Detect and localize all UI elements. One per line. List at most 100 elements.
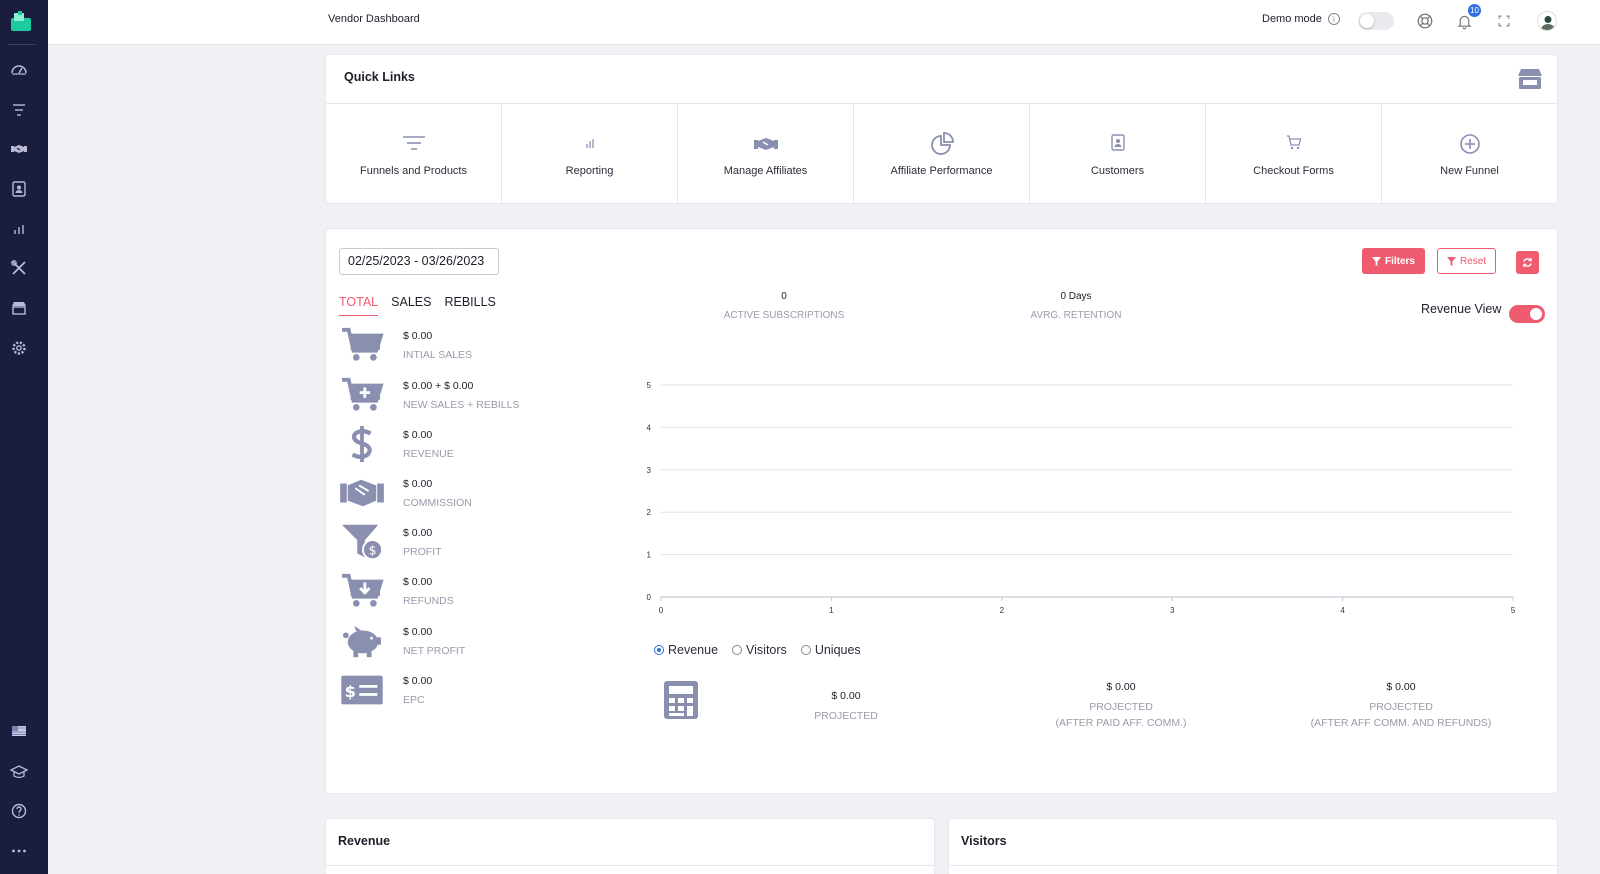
y-tick-label: 4: [647, 423, 652, 432]
graduation-cap-icon[interactable]: [8, 761, 30, 783]
metric-commission: $ 0.00 COMMISSION: [339, 472, 589, 516]
refresh-icon: [1523, 257, 1532, 268]
metric-label: PROFIT: [403, 546, 442, 558]
quick-link-label: Reporting: [565, 165, 614, 177]
help-icon[interactable]: [8, 800, 30, 822]
refresh-button[interactable]: [1516, 251, 1539, 274]
demo-mode-label: Demo mode i: [1262, 13, 1340, 25]
pie-chart-icon: [930, 132, 954, 155]
tools-icon[interactable]: [8, 257, 30, 279]
quick-link-reporting[interactable]: Reporting: [502, 104, 678, 204]
metric-label: REFUNDS: [403, 595, 454, 607]
quick-link-label: Affiliate Performance: [890, 165, 993, 177]
metric-label: NEW SALES + REBILLS: [403, 399, 520, 411]
projected-sublabel: (AFTER PAID AFF. COMM.): [1055, 717, 1187, 729]
calculator-icon: [664, 681, 698, 724]
projected-value: $ 0.00: [1386, 681, 1416, 693]
quick-link-label: Funnels and Products: [359, 165, 467, 177]
bar-chart-icon[interactable]: [8, 218, 30, 240]
projected-value: $ 0.00: [1106, 681, 1136, 693]
avg-retention-value: 0 Days: [1060, 291, 1092, 302]
flag-icon[interactable]: [8, 720, 30, 742]
metric-value: $ 0.00 + $ 0.00: [403, 380, 474, 392]
metric-label: INTIAL SALES: [403, 349, 473, 361]
radio-visitors[interactable]: Visitors: [732, 643, 787, 657]
x-tick-label: 2: [1000, 606, 1005, 615]
filters-button[interactable]: Filters: [1362, 248, 1425, 274]
radio-dot: [654, 645, 664, 655]
projected-sublabel: (AFTER AFF COMM. AND REFUNDS): [1310, 717, 1492, 729]
cart-icon: [1286, 135, 1301, 150]
info-icon[interactable]: i: [1327, 13, 1340, 25]
contacts-icon[interactable]: [8, 178, 30, 200]
y-tick-label: 0: [647, 593, 652, 602]
revenue-card: Revenue: [325, 818, 935, 874]
metric-label: COMMISSION: [403, 497, 472, 509]
notification-badge: 10: [1468, 4, 1481, 17]
projected-after-paid-comm-stat: $ 0.00 PROJECTED (AFTER PAID AFF. COMM.): [1021, 681, 1221, 731]
radio-label: Uniques: [814, 643, 861, 657]
radio-revenue[interactable]: Revenue: [654, 643, 718, 657]
quick-link-funnels-and-products[interactable]: Funnels and Products: [326, 104, 502, 204]
quick-links-card: Quick Links Funnels and Products Reporti…: [325, 54, 1558, 204]
metric-profit: $ $ 0.00 PROFIT: [339, 521, 589, 565]
projected-label: PROJECTED: [1089, 701, 1153, 713]
cart-plus-icon: [339, 374, 385, 416]
avg-retention-label: AVRG. RETENTION: [1030, 310, 1122, 321]
metric-label: EPC: [403, 694, 425, 706]
reset-button[interactable]: Reset: [1437, 248, 1496, 274]
metric-value: $ 0.00: [403, 527, 433, 539]
x-tick-label: 4: [1340, 606, 1345, 615]
funnel-list-icon[interactable]: [8, 99, 30, 121]
date-range-picker[interactable]: 02/25/2023 - 03/26/2023: [339, 248, 499, 275]
quick-link-new-funnel[interactable]: New Funnel: [1382, 104, 1557, 204]
tab-sales[interactable]: SALES: [391, 295, 431, 316]
demo-mode-toggle[interactable]: [1358, 12, 1394, 30]
y-tick-label: 5: [647, 381, 652, 390]
handshake-icon[interactable]: [8, 138, 30, 160]
user-avatar[interactable]: [1537, 11, 1557, 31]
quick-link-affiliate-performance[interactable]: Affiliate Performance: [854, 104, 1030, 204]
reset-label: Reset: [1459, 255, 1487, 267]
contact-card-icon: [1110, 134, 1125, 151]
quick-link-customers[interactable]: Customers: [1030, 104, 1206, 204]
money-check-icon: $: [339, 669, 385, 711]
radio-label: Revenue: [668, 643, 719, 657]
x-tick-label: 0: [659, 606, 664, 615]
quick-link-label: New Funnel: [1440, 165, 1499, 177]
active-subscriptions-label: ACTIVE SUBSCRIPTIONS: [723, 310, 845, 321]
metric-revenue: $ 0.00 REVENUE: [339, 423, 589, 467]
top-header: Vendor Dashboard Demo mode i 10: [48, 0, 1600, 45]
filters-label: Filters: [1384, 255, 1415, 267]
gear-icon[interactable]: [8, 337, 30, 359]
x-tick-label: 1: [829, 606, 834, 615]
radio-dot: [732, 645, 743, 655]
dollar-icon: [339, 423, 385, 465]
quick-link-label: Manage Affiliates: [723, 165, 808, 177]
revenue-view-toggle[interactable]: [1509, 305, 1545, 323]
metric-value: $ 0.00: [403, 576, 433, 588]
card-divider: [326, 865, 934, 866]
metric-label: REVENUE: [403, 448, 454, 460]
y-tick-label: 1: [647, 551, 652, 560]
active-subscriptions-value: 0: [781, 291, 787, 302]
quick-link-manage-affiliates[interactable]: Manage Affiliates: [678, 104, 854, 204]
radio-uniques[interactable]: Uniques: [800, 643, 861, 657]
store-icon[interactable]: [8, 297, 30, 319]
metric-net-profit: $ 0.00 NET PROFIT: [339, 620, 589, 664]
fullscreen-icon[interactable]: [1494, 11, 1514, 31]
brand-logo-icon[interactable]: [10, 10, 32, 32]
more-icon[interactable]: [8, 840, 30, 862]
stats-card: 02/25/2023 - 03/26/2023 Filters Reset TO…: [325, 228, 1558, 794]
quick-link-checkout-forms[interactable]: Checkout Forms: [1206, 104, 1382, 204]
visitors-card-title: Visitors: [961, 834, 1007, 848]
tab-total[interactable]: TOTAL: [339, 295, 379, 316]
projected-label: PROJECTED: [1369, 701, 1433, 713]
stats-tabs: TOTAL SALES REBILLS: [339, 295, 496, 316]
tab-rebills[interactable]: REBILLS: [444, 295, 495, 316]
gauge-icon[interactable]: [8, 59, 30, 81]
store-icon[interactable]: [1517, 68, 1543, 95]
projected-label: PROJECTED: [814, 710, 878, 722]
lifebuoy-icon[interactable]: [1415, 11, 1435, 31]
quick-link-label: Customers: [1090, 165, 1145, 177]
